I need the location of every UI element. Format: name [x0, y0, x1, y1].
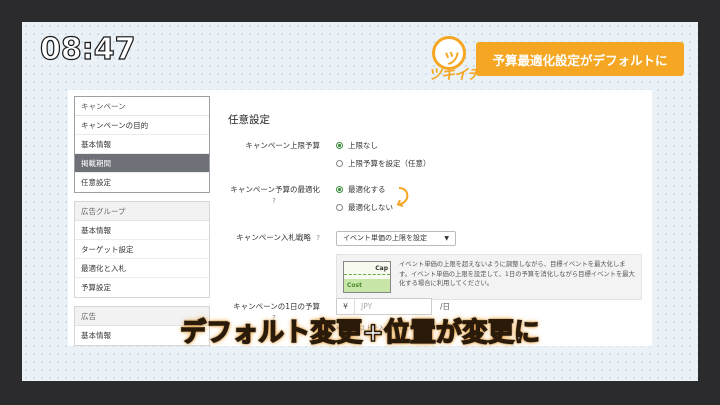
radio-no-cap-label: 上限なし [348, 141, 378, 150]
sidebar-item-schedule[interactable]: 掲載期間 [75, 154, 209, 173]
bid-strategy-description: イベント単価の上限を超えないように調整しながら、目標イベントを最大化します。イベ… [399, 261, 635, 287]
ads-manager-screen: キャンペーン キャンペーンの目的 基本情報 掲載期間 任意設定 広告グループ 基… [68, 90, 652, 346]
optimization-label: キャンペーン予算の最適化 ? [228, 184, 320, 205]
bid-strategy-info: Cap Cost イベント単価の上限を超えないように調整しながら、目標イベントを… [336, 254, 642, 300]
clock: 08:47 [39, 31, 136, 67]
graph-cap-label: Cap [375, 265, 388, 272]
help-icon[interactable]: ? [228, 197, 320, 205]
radio-no-optimize[interactable]: 最適化しない [336, 202, 393, 213]
brand-logo: ツ ツキイチ [424, 34, 482, 83]
bid-strategy-label-text: キャンペーン入札戦略 [236, 233, 311, 242]
sidebar-item-budget[interactable]: 予算設定 [75, 278, 209, 297]
sidebar-group-campaign: キャンペーン キャンペーンの目的 基本情報 掲載期間 任意設定 [74, 96, 210, 193]
bid-strategy-value: イベント単価の上限を設定 [343, 234, 427, 242]
logo-text: ツキイチ [428, 67, 481, 83]
radio-no-optimize-label: 最適化しない [348, 203, 393, 212]
budget-cap-label-text: キャンペーン上限予算 [245, 141, 320, 150]
radio-set-cap-label: 上限予算を設定（任意） [348, 159, 431, 168]
radio-no-cap[interactable]: 上限なし [336, 140, 378, 151]
bid-strategy-label: キャンペーン入札戦略 ? [228, 232, 320, 243]
sidebar-item-optional-settings[interactable]: 任意設定 [75, 173, 209, 192]
cost-cap-graph: Cap Cost [343, 261, 391, 293]
radio-optimize-label: 最適化する [348, 185, 386, 194]
budget-cap-label: キャンペーン上限予算 [228, 140, 320, 151]
sidebar-head-campaign[interactable]: キャンペーン [75, 97, 209, 116]
sidebar-item-basic-info[interactable]: 基本情報 [75, 135, 209, 154]
sidebar-item-adgroup-basic[interactable]: 基本情報 [75, 221, 209, 240]
bid-strategy-select[interactable]: イベント単価の上限を設定 ▼ [336, 231, 456, 246]
radio-dot[interactable] [336, 204, 343, 211]
main-panel: 任意設定 キャンペーン上限予算 上限なし 上限予算を設定（任意） キャンペーン予… [228, 90, 652, 346]
page-title: 任意設定 [228, 114, 270, 126]
daily-budget-label-text: キャンペーンの1日の予算 [233, 302, 320, 311]
sidebar-item-targeting[interactable]: ターゲット設定 [75, 240, 209, 259]
sidebar-group-adgroup: 広告グループ 基本情報 ターゲット設定 最適化と入札 予算設定 [74, 201, 210, 298]
help-icon[interactable]: ? [316, 234, 320, 242]
optimization-label-text: キャンペーン予算の最適化 [230, 185, 320, 194]
swap-arrow-icon [396, 187, 409, 207]
graph-cost-label: Cost [347, 282, 362, 289]
sidebar-head-adgroup[interactable]: 広告グループ [75, 202, 209, 221]
graph-cap-line [344, 274, 390, 275]
radio-set-cap[interactable]: 上限予算を設定（任意） [336, 158, 431, 169]
sidebar-item-objective[interactable]: キャンペーンの目的 [75, 116, 209, 135]
topic-banner: 予算最適化設定がデフォルトに [476, 42, 684, 76]
subtitle-caption: デフォルト変更+位置が変更に [179, 317, 540, 349]
radio-optimize[interactable]: 最適化する [336, 184, 386, 195]
per-day-unit: /日 [440, 302, 451, 311]
radio-dot-checked[interactable] [336, 142, 343, 149]
radio-dot[interactable] [336, 160, 343, 167]
caret-down-icon: ▼ [444, 235, 449, 242]
sidebar-item-optimization-bidding[interactable]: 最適化と入札 [75, 259, 209, 278]
radio-dot-checked[interactable] [336, 186, 343, 193]
sidebar: キャンペーン キャンペーンの目的 基本情報 掲載期間 任意設定 広告グループ 基… [74, 96, 210, 346]
